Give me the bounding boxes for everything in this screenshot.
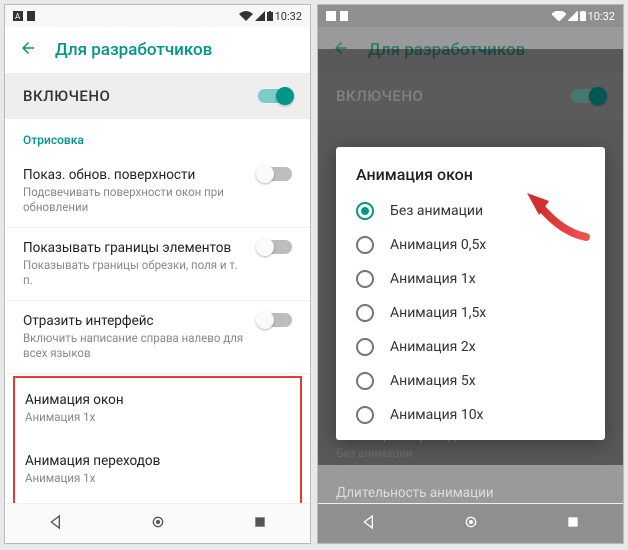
setting-layout-bounds[interactable]: Показывать границы элементов Показывать … — [5, 228, 310, 301]
radio-option[interactable]: Анимация 5x — [336, 364, 605, 398]
toggle-bounds[interactable] — [258, 240, 292, 254]
setting-surface-updates[interactable]: Показ. обнов. поверхности Подсвечивать п… — [5, 155, 310, 228]
signal-icon — [255, 11, 265, 21]
wifi-icon — [239, 11, 253, 21]
app-bar: Для разработчиков — [5, 27, 310, 73]
nav-home-icon[interactable] — [150, 514, 166, 534]
nav-bar — [5, 503, 310, 543]
battery-icon — [267, 11, 273, 21]
back-arrow-icon[interactable] — [19, 39, 37, 61]
radio-icon[interactable] — [356, 236, 374, 254]
radio-option[interactable]: Анимация 2x — [336, 330, 605, 364]
sim-icon — [340, 11, 348, 21]
status-bar: A 10:32 — [5, 5, 310, 27]
radio-option[interactable]: Анимация 10x — [336, 398, 605, 432]
master-toggle-switch[interactable] — [258, 89, 292, 103]
master-toggle-row[interactable]: ВКЛЮЧЕНО — [5, 73, 310, 119]
setting-window-animation[interactable]: Анимация окон Анимация 1x — [15, 378, 300, 439]
radio-label: Анимация 2x — [390, 339, 476, 355]
animation-scale-dialog: Анимация окон Без анимации Анимация 0,5x А… — [336, 147, 605, 440]
settings-scroll[interactable]: Отрисовка Показ. обнов. поверхности Подс… — [5, 119, 310, 537]
section-header-drawing: Отрисовка — [5, 119, 310, 155]
nav-bar — [318, 503, 623, 543]
radio-label: Без анимации — [390, 203, 483, 219]
nav-recents-icon[interactable] — [253, 514, 267, 533]
radio-option[interactable]: Анимация 1x — [336, 262, 605, 296]
radio-option[interactable]: Анимация 1,5x — [336, 296, 605, 330]
toggle-rtl[interactable] — [258, 313, 292, 327]
app-indicator-icon: A — [326, 11, 336, 21]
svg-text:A: A — [328, 12, 334, 21]
nav-recents-icon[interactable] — [566, 514, 580, 533]
clock: 10:32 — [275, 10, 302, 23]
svg-text:A: A — [15, 12, 21, 21]
radio-icon[interactable] — [356, 304, 374, 322]
radio-icon[interactable] — [356, 270, 374, 288]
app-indicator-icon: A — [13, 11, 23, 21]
phone-screenshot-right: A 10:32 Для разработчиков ВКЛЮЧЕНО Анима… — [317, 4, 624, 544]
radio-label: Анимация 10x — [390, 407, 484, 423]
radio-label: Анимация 1,5x — [390, 305, 486, 321]
radio-label: Анимация 5x — [390, 373, 476, 389]
nav-back-icon[interactable] — [361, 514, 377, 534]
status-bar: A 10:32 — [318, 5, 623, 27]
sim-icon — [27, 11, 35, 21]
signal-icon — [568, 11, 578, 21]
setting-transition-animation[interactable]: Анимация переходов Анимация 1x — [15, 439, 300, 500]
nav-back-icon[interactable] — [48, 514, 64, 534]
radio-icon[interactable] — [356, 338, 374, 356]
radio-option[interactable]: Без анимации — [336, 194, 605, 228]
radio-option[interactable]: Анимация 0,5x — [336, 228, 605, 262]
master-toggle-label: ВКЛЮЧЕНО — [23, 87, 110, 105]
phone-screenshot-left: A 10:32 Для разработчиков ВКЛЮЧЕНО Отрис… — [4, 4, 311, 544]
setting-rtl[interactable]: Отразить интерфейс Включить написание сп… — [5, 301, 310, 374]
radio-icon[interactable] — [356, 372, 374, 390]
radio-label: Анимация 0,5x — [390, 237, 486, 253]
nav-home-icon[interactable] — [463, 514, 479, 534]
toggle-surface[interactable] — [258, 167, 292, 181]
radio-icon[interactable] — [356, 406, 374, 424]
wifi-icon — [552, 11, 566, 21]
appbar-title: Для разработчиков — [55, 40, 212, 60]
radio-label: Анимация 1x — [390, 271, 476, 287]
battery-icon — [580, 11, 586, 21]
radio-icon[interactable] — [356, 202, 374, 220]
dialog-title: Анимация окон — [336, 165, 605, 194]
clock: 10:32 — [588, 10, 615, 23]
